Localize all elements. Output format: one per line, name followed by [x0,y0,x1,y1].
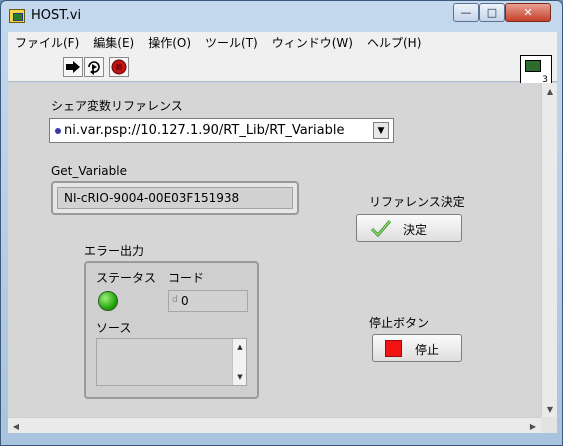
menu-file[interactable]: ファイル(F) [8,34,86,51]
error-status-label: ステータス [96,271,157,285]
labview-app-icon [9,9,25,23]
reference-decide-button[interactable]: 決定 [356,214,462,242]
menu-operate[interactable]: 操作(O) [141,34,198,51]
abort-button[interactable] [109,57,129,77]
maximize-button[interactable]: □ [479,3,505,22]
error-out-label: エラー出力 [84,244,145,258]
scroll-down-arrow-icon[interactable]: ▼ [542,401,558,417]
shared-var-ref-control[interactable]: ni.var.psp://10.127.1.90/RT_Lib/RT_Varia… [49,118,394,143]
ref-type-dot-icon [55,128,61,134]
menu-window[interactable]: ウィンドウ(W) [265,34,360,51]
get-variable-label: Get_Variable [51,164,127,178]
title-bar[interactable]: HOST.vi — □ ✕ [1,1,562,31]
error-status-led [98,291,118,311]
dropdown-arrow-icon[interactable]: ▼ [373,122,389,139]
run-continuously-icon [88,61,100,75]
run-button[interactable] [63,57,83,77]
minimize-button[interactable]: — [453,3,479,22]
menu-edit[interactable]: 編集(E) [86,34,141,51]
error-out-cluster: ステータス コード d 0 ソース ▲ ▼ [84,261,259,399]
error-source-scrollbar[interactable]: ▲ ▼ [232,339,246,385]
reference-decide-text: 決定 [403,223,428,237]
stop-button-label: 停止ボタン [369,316,430,330]
scroll-left-arrow-icon[interactable]: ◀ [8,418,24,434]
check-icon [370,220,392,237]
scroll-down-icon[interactable]: ▼ [233,371,247,383]
menu-bar: ファイル(F) 編集(E) 操作(O) ツール(T) ウィンドウ(W) ヘルプ(… [8,32,557,53]
scroll-up-icon[interactable]: ▲ [233,341,247,353]
stop-button-text: 停止 [415,343,440,357]
error-code-field: d 0 [168,290,248,312]
menu-help[interactable]: ヘルプ(H) [360,34,428,51]
get-variable-value: NI-cRIO-9004-00E03F151938 [64,191,240,205]
run-continuously-button[interactable] [84,57,104,77]
close-button[interactable]: ✕ [505,3,551,22]
error-source-label: ソース [96,321,132,335]
error-source-field: ▲ ▼ [96,338,247,386]
vi-screen-icon [525,60,541,72]
scroll-right-arrow-icon[interactable]: ▶ [525,418,541,434]
run-arrow-icon [66,61,80,73]
panel-vertical-scrollbar[interactable]: ▲ ▼ [541,83,557,417]
stop-button[interactable]: 停止 [372,334,462,362]
error-code-value: 0 [181,294,189,308]
shared-var-ref-value: ni.var.psp://10.127.1.90/RT_Lib/RT_Varia… [64,123,345,138]
error-code-radix: d [172,295,178,305]
window-title: HOST.vi [31,8,82,23]
toolbar: 3 [8,53,557,87]
shared-var-ref-label: シェア変数リファレンス [51,99,183,113]
abort-icon [111,59,127,75]
stop-square-icon [385,340,402,357]
error-code-label: コード [168,271,205,285]
panel-horizontal-scrollbar[interactable]: ◀ ▶ [8,417,541,433]
reference-button-label: リファレンス決定 [369,195,465,209]
scroll-up-arrow-icon[interactable]: ▲ [542,83,558,99]
vi-window: HOST.vi — □ ✕ ファイル(F) 編集(E) 操作(O) ツール(T)… [0,0,563,446]
front-panel: シェア変数リファレンス ni.var.psp://10.127.1.90/RT_… [8,83,541,417]
get-variable-indicator: NI-cRIO-9004-00E03F151938 [51,181,299,215]
menu-tools[interactable]: ツール(T) [198,34,265,51]
get-variable-field: NI-cRIO-9004-00E03F151938 [57,187,293,209]
scrollbar-corner [541,417,557,433]
